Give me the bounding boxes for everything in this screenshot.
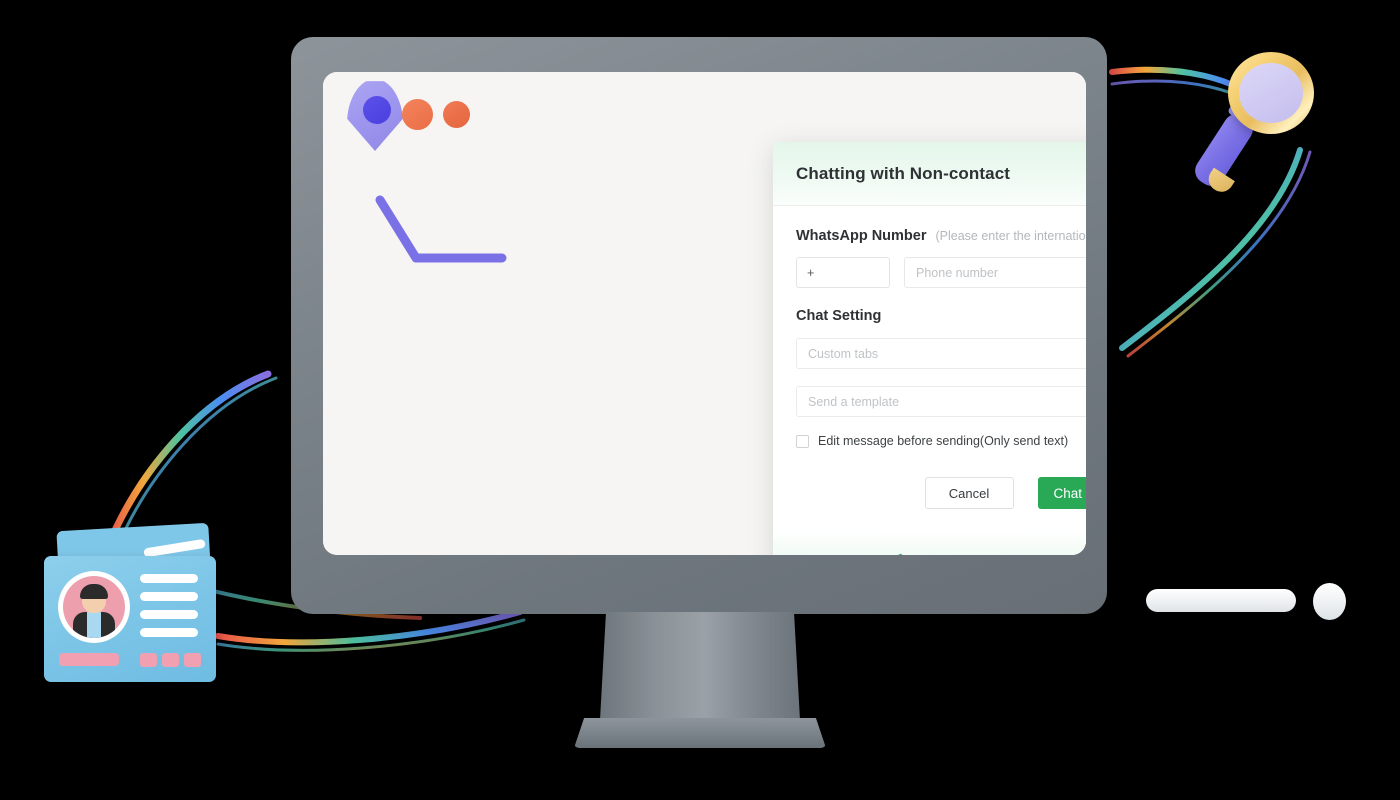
monitor-screen: Chatting with Non-contact WhatsApp Numbe… — [323, 72, 1086, 555]
cancel-button[interactable]: Cancel — [924, 477, 1014, 509]
whatsapp-number-label-row: WhatsApp Number (Please enter the intern… — [796, 228, 1086, 244]
contact-card-front — [44, 556, 216, 682]
magnifying-glass-illustration — [1190, 52, 1356, 227]
magnifier-lens — [1239, 63, 1303, 123]
monitor-base — [574, 718, 826, 748]
card-text-lines — [140, 574, 198, 646]
phone-row — [796, 257, 1086, 288]
chat-modal: Chatting with Non-contact WhatsApp Numbe… — [773, 142, 1086, 555]
send-template-value: Send a template — [808, 394, 900, 409]
whatsapp-circle-icon: WA — [894, 553, 911, 555]
card-line — [140, 574, 198, 583]
avatar-hair — [80, 584, 108, 599]
modal-title: Chatting with Non-contact — [796, 163, 1011, 183]
modal-body: WhatsApp Number (Please enter the intern… — [773, 206, 1086, 530]
modal-footer: WA Any Question！Contact Customer Service — [773, 530, 1086, 555]
phone-number-input[interactable] — [904, 257, 1086, 288]
monitor-neck — [600, 612, 800, 720]
scene: Chatting with Non-contact WhatsApp Numbe… — [0, 0, 1400, 800]
avatar — [63, 576, 125, 638]
chat-setting-title: Chat Setting — [796, 308, 882, 324]
orange-dot-1 — [402, 99, 433, 130]
card-square — [162, 653, 179, 667]
avatar-ring — [58, 571, 130, 643]
edit-message-checkbox-row[interactable]: Edit message before sending(Only send te… — [796, 434, 1086, 448]
country-code-input[interactable] — [796, 257, 890, 288]
customer-service-link[interactable]: Customer Service — [1058, 554, 1086, 555]
modal-actions: Cancel Chat now — [796, 477, 1086, 509]
custom-tabs-value: Custom tabs — [808, 346, 879, 361]
card-back-line-1 — [143, 538, 206, 558]
card-square — [184, 653, 201, 667]
contact-card-illustration — [44, 522, 268, 687]
custom-tabs-select[interactable]: Custom tabs — [796, 338, 1086, 369]
card-line — [140, 592, 198, 601]
avatar-shirt — [87, 612, 101, 638]
whatsapp-number-hint: (Please enter the international areacode… — [935, 229, 1087, 243]
monitor-speaker-bar — [1146, 589, 1296, 612]
footer-text: Any Question！Contact — [919, 552, 1050, 556]
whatsapp-number-label: WhatsApp Number — [796, 228, 927, 244]
card-square — [140, 653, 157, 667]
chat-now-button[interactable]: Chat now — [1037, 477, 1086, 509]
monitor-body: Chatting with Non-contact WhatsApp Numbe… — [291, 37, 1346, 620]
modal-header: Chatting with Non-contact — [773, 142, 1086, 206]
card-line — [140, 628, 198, 637]
card-line — [140, 610, 198, 619]
location-pin-center — [363, 96, 391, 124]
card-name-bar — [59, 653, 119, 666]
monitor-power-knob — [1313, 583, 1346, 620]
edit-message-checkbox[interactable] — [796, 434, 809, 448]
edit-message-label: Edit message before sending(Only send te… — [818, 434, 1069, 448]
elbow-connector-icon — [375, 195, 507, 263]
send-template-select[interactable]: Send a template — [796, 386, 1086, 417]
orange-dot-2 — [443, 101, 470, 128]
